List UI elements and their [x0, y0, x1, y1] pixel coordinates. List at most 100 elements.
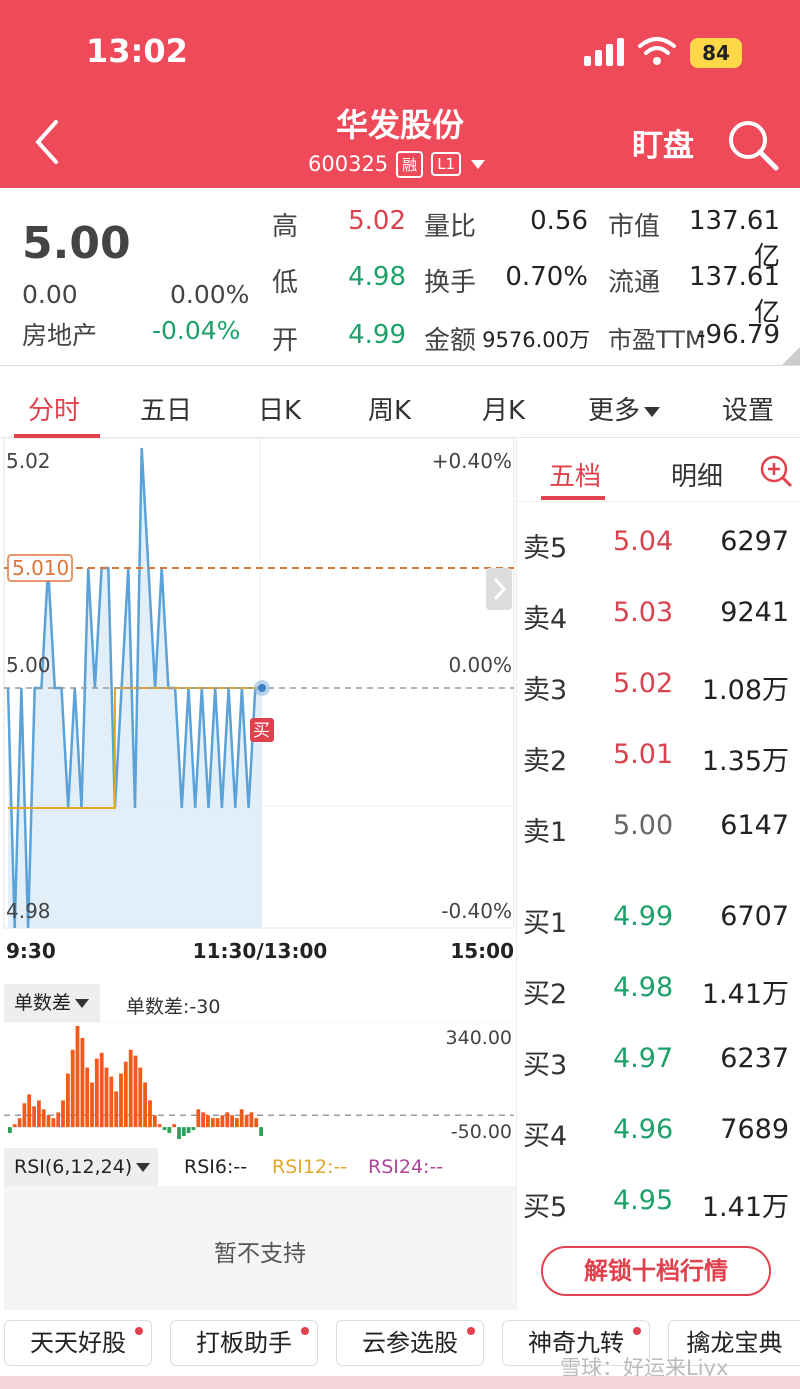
pct-tick-mid: 0.00%: [448, 653, 512, 677]
bid-row-4: 买4 4.96 7689: [517, 1106, 800, 1156]
indicator-select-label: 单数差: [14, 992, 72, 1014]
indicator-bar: [85, 1067, 90, 1128]
tab-intraday[interactable]: 分时: [28, 390, 80, 427]
indicator-bar: [27, 1094, 32, 1128]
indicator-bar: [99, 1052, 104, 1128]
indicator-bar: [186, 1127, 191, 1133]
level-tag: L1: [431, 152, 462, 176]
notification-dot: [633, 1327, 641, 1335]
notification-dot: [301, 1327, 309, 1335]
ask-volume: 1.08万: [701, 675, 789, 706]
stock-code-row[interactable]: 600325 融 L1: [308, 148, 486, 180]
indicator-bar: [191, 1127, 196, 1131]
watch-button[interactable]: 盯盘: [632, 120, 694, 165]
tab-five-levels[interactable]: 五档: [549, 456, 601, 493]
expand-panel-handle[interactable]: [486, 568, 512, 610]
x-tick-start: 9:30: [6, 939, 56, 963]
bid-row-1: 买1 4.99 6707: [517, 893, 800, 943]
bid-price: 4.98: [613, 972, 674, 1003]
indicator-bar: [37, 1100, 41, 1128]
indicator-bar: [66, 1073, 70, 1128]
tab-details[interactable]: 明细: [671, 456, 723, 493]
x-tick-end: 15:00: [450, 939, 514, 963]
rsi-select[interactable]: RSI(6,12,24): [4, 1148, 158, 1186]
indicator-bar: [177, 1127, 181, 1139]
chevron-down-icon: [471, 159, 486, 169]
ask-label: 卖2: [523, 746, 568, 777]
sector-change-pct: -0.04%: [152, 316, 241, 345]
expand-corner-icon[interactable]: [782, 347, 800, 365]
y-tick-top: 5.02: [6, 449, 51, 473]
tab-monthly-k[interactable]: 月K: [482, 390, 525, 427]
indicator-chart[interactable]: 340.00 -50.00: [0, 1022, 516, 1146]
chevron-down-icon: [75, 999, 90, 1008]
bid-label: 买5: [523, 1192, 568, 1223]
tab-daily-k[interactable]: 日K: [258, 390, 301, 427]
rsi6-value: RSI6:--: [184, 1156, 248, 1178]
float-label: 流通: [608, 268, 661, 298]
bid-price: 4.97: [613, 1043, 674, 1074]
intraday-chart[interactable]: 5.02 5.00 4.98 +0.40% 0.00% -0.40% 5.010…: [0, 438, 516, 968]
chevron-down-icon: [644, 406, 661, 417]
tab-more[interactable]: 更多: [588, 390, 661, 427]
tab-settings[interactable]: 设置: [722, 390, 774, 427]
zoom-in-icon[interactable]: [759, 454, 793, 488]
bid-volume: 6707: [720, 901, 789, 932]
indicator-bar: [215, 1118, 220, 1128]
indicator-bar: [80, 1037, 85, 1128]
low-value: 4.98: [348, 262, 406, 292]
search-icon[interactable]: [726, 118, 780, 172]
indicator-bar: [51, 1118, 56, 1128]
stock-code: 600325: [308, 152, 389, 176]
indicator-bar: [220, 1115, 225, 1128]
battery-indicator: 84: [690, 38, 742, 68]
x-tick-mid: 11:30/13:00: [193, 939, 328, 963]
amount-value: 9576.00万: [482, 328, 590, 352]
indicator-bar: [230, 1115, 234, 1128]
bid-label: 买1: [523, 908, 568, 939]
indicator-bar: [61, 1100, 65, 1128]
rsi-header: RSI(6,12,24) RSI6:-- RSI12:-- RSI24:--: [0, 1148, 516, 1186]
indicator-bar: [157, 1124, 162, 1128]
current-price: 5.00: [22, 218, 131, 269]
indicator-tick-top: 340.00: [446, 1027, 512, 1049]
ask-label: 卖1: [523, 817, 568, 848]
turnover-value: 0.70%: [505, 262, 588, 292]
indicator-bar: [104, 1067, 109, 1128]
tool-daily-picks[interactable]: 天天好股: [4, 1320, 152, 1366]
indicator-header: 单数差 单数差:-30: [0, 984, 516, 1022]
indicator-bar: [138, 1067, 143, 1128]
chevron-down-icon: [136, 1163, 151, 1172]
tool-cloud-screener[interactable]: 云参选股: [336, 1320, 484, 1366]
indicator-bar: [46, 1115, 51, 1128]
bid-price: 4.99: [613, 901, 674, 932]
tab-more-label: 更多: [588, 396, 641, 426]
tab-five-day[interactable]: 五日: [140, 390, 192, 427]
indicator-tick-bottom: -50.00: [451, 1121, 512, 1143]
y-tick-mid: 5.00: [6, 653, 51, 677]
tab-weekly-k[interactable]: 周K: [368, 390, 411, 427]
indicator-bar: [172, 1124, 176, 1128]
tool-label: 云参选股: [362, 1329, 458, 1357]
indicator-bar: [244, 1115, 249, 1128]
bid-label: 买4: [523, 1121, 568, 1152]
vol-ratio-value: 0.56: [530, 206, 588, 236]
indicator-bar: [114, 1091, 119, 1128]
unlock-ten-levels-button[interactable]: 解锁十档行情: [541, 1246, 771, 1296]
indicator-bar: [143, 1082, 147, 1128]
sector-name[interactable]: 房地产: [22, 316, 97, 352]
tool-label: 天天好股: [30, 1329, 126, 1357]
indicator-value: 单数差:-30: [126, 996, 221, 1018]
bid-volume: 1.41万: [701, 1192, 789, 1223]
indicator-bar: [22, 1103, 27, 1128]
pe-value: -96.79: [696, 320, 780, 350]
divider: [517, 501, 800, 502]
avg-price-label: 5.010: [12, 556, 69, 580]
tool-limit-up-helper[interactable]: 打板助手: [170, 1320, 318, 1366]
open-value: 4.99: [348, 320, 406, 350]
ask-price: 5.01: [613, 739, 674, 770]
ask-price: 5.04: [613, 526, 674, 557]
indicator-select[interactable]: 单数差: [4, 984, 100, 1022]
rsi-placeholder: 暂不支持: [4, 1186, 516, 1310]
float-value: 137.61亿: [689, 262, 780, 328]
